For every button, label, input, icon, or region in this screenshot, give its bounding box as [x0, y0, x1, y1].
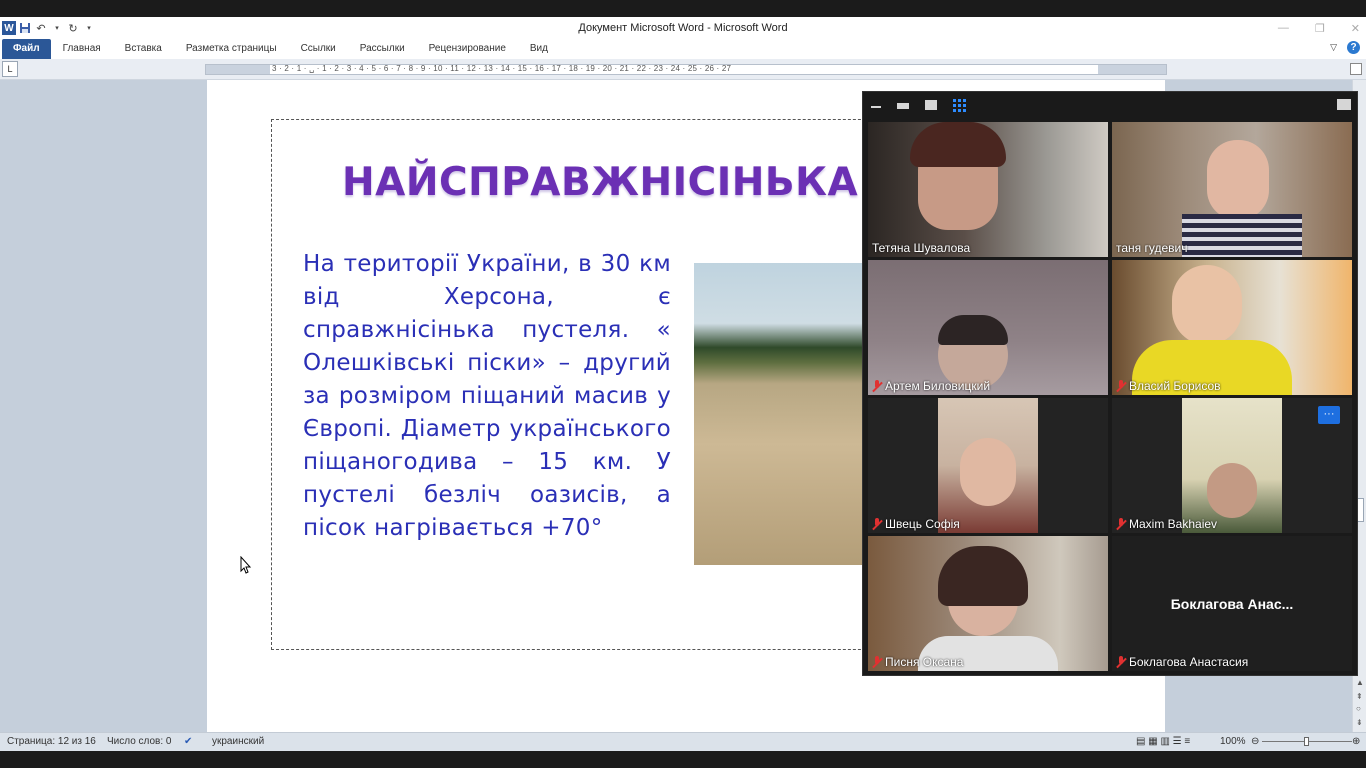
- more-options-button[interactable]: ···: [1318, 406, 1340, 424]
- browse-object-icon[interactable]: ○: [1356, 704, 1361, 713]
- gallery-view-icon[interactable]: [953, 99, 966, 112]
- participant-name: Писня Оксана: [872, 655, 963, 669]
- next-page-icon[interactable]: ⇟: [1356, 718, 1363, 727]
- speaker-strip-icon[interactable]: [897, 103, 909, 109]
- help-icon[interactable]: ?: [1347, 41, 1360, 54]
- exit-fullscreen-icon[interactable]: [1337, 99, 1351, 110]
- participant-face: [1207, 140, 1269, 220]
- participant-tile[interactable]: Артем Биловицкий: [868, 260, 1108, 395]
- zoom-meeting-window: Тетяна Шувалова таня гудевич Артем Билов…: [862, 91, 1358, 676]
- minimize-view-icon[interactable]: [871, 106, 881, 108]
- muted-mic-icon: [872, 380, 882, 392]
- participant-face: [1172, 265, 1242, 345]
- window-title: Документ Microsoft Word - Microsoft Word: [578, 22, 788, 34]
- zoom-out-icon[interactable]: ⊖: [1251, 736, 1259, 747]
- tab-review[interactable]: Рецензирование: [417, 39, 518, 59]
- tab-view[interactable]: Вид: [518, 39, 560, 59]
- prev-page-icon[interactable]: ⇞: [1356, 692, 1363, 701]
- participant-tile[interactable]: Власий Борисов: [1112, 260, 1352, 395]
- proofing-icon[interactable]: ✔: [184, 736, 192, 747]
- ruler-right-margin: [1098, 65, 1166, 74]
- ruler-left-margin: [206, 65, 270, 74]
- participant-tile[interactable]: таня гудевич: [1112, 122, 1352, 257]
- bottom-black-strip: [0, 751, 1366, 768]
- zoom-level[interactable]: 100%: [1220, 736, 1246, 747]
- status-bar: Страница: 12 из 16 Число слов: 0 ✔ украи…: [0, 732, 1366, 751]
- participant-name: Maxim Bakhaiev: [1116, 517, 1217, 531]
- tab-selector-icon[interactable]: L: [2, 61, 18, 77]
- tab-home[interactable]: Главная: [51, 39, 113, 59]
- participant-tile[interactable]: Писня Оксана: [868, 536, 1108, 671]
- pasted-slide: НАЙСПРАВЖНІСІНЬКА П На території України…: [271, 119, 891, 650]
- ribbon-tabs: Файл Главная Вставка Разметка страницы С…: [0, 39, 1366, 59]
- participant-name: Боклагова Анастасия: [1116, 655, 1248, 669]
- participant-tile[interactable]: Швець Софія: [868, 398, 1108, 533]
- muted-mic-icon: [1116, 518, 1126, 530]
- zoom-view-toolbar: [863, 92, 1357, 120]
- window-controls: — ❐ ✕: [1278, 17, 1360, 39]
- scroll-up-icon[interactable]: ▲: [1356, 678, 1364, 687]
- zoom-slider-knob[interactable]: [1304, 737, 1309, 746]
- slide-title: НАЙСПРАВЖНІСІНЬКА П: [342, 160, 891, 205]
- participant-tile[interactable]: Тетяна Шувалова: [868, 122, 1108, 257]
- view-buttons[interactable]: ▤ ▦ ▥ ☰ ≡: [1136, 736, 1190, 747]
- mouse-cursor-icon: [240, 556, 252, 574]
- top-black-strip: [0, 0, 1366, 17]
- ribbon-collapse-icon[interactable]: ▽: [1330, 42, 1337, 53]
- participant-name: таня гудевич: [1116, 241, 1188, 255]
- participant-name: Артем Биловицкий: [872, 379, 990, 393]
- tab-references[interactable]: Ссылки: [289, 39, 348, 59]
- participant-name: Швець Софія: [872, 517, 960, 531]
- participant-face: [960, 438, 1016, 506]
- minimize-icon[interactable]: —: [1278, 22, 1289, 34]
- tab-mailings[interactable]: Рассылки: [348, 39, 417, 59]
- muted-mic-icon: [872, 518, 882, 530]
- muted-mic-icon: [1116, 380, 1126, 392]
- view-ruler-icon[interactable]: [1350, 63, 1362, 75]
- ruler-bar: L 3 · 2 · 1 · ␣ · 1 · 2 · 3 · 4 · 5 · 6 …: [0, 59, 1366, 80]
- tab-insert[interactable]: Вставка: [113, 39, 174, 59]
- horizontal-ruler[interactable]: 3 · 2 · 1 · ␣ · 1 · 2 · 3 · 4 · 5 · 6 · …: [205, 64, 1167, 75]
- participant-name: Тетяна Шувалова: [872, 241, 971, 255]
- speaker-view-icon[interactable]: [925, 100, 937, 110]
- participant-hair: [938, 315, 1008, 345]
- zoom-slider[interactable]: [1262, 737, 1352, 746]
- participant-name: Власий Борисов: [1116, 379, 1221, 393]
- muted-mic-icon: [872, 656, 882, 668]
- ruler-ticks: 3 · 2 · 1 · ␣ · 1 · 2 · 3 · 4 · 5 · 6 · …: [272, 64, 732, 73]
- slide-body-text: На території України, в 30 км від Херсон…: [303, 251, 671, 541]
- screen: W ↶ ▾ ↻ ▾ Документ Microsoft Word - Micr…: [0, 0, 1366, 768]
- ribbon-right-controls: ▽ ?: [1330, 41, 1360, 54]
- participant-hair: [910, 122, 1006, 167]
- word-count[interactable]: Число слов: 0: [107, 736, 171, 747]
- maximize-icon[interactable]: ❐: [1315, 22, 1325, 35]
- language[interactable]: украинский: [212, 736, 264, 747]
- participant-tile[interactable]: Боклагова Анас... Боклагова Анастасия: [1112, 536, 1352, 671]
- participant-face: [1207, 463, 1257, 518]
- page-count[interactable]: Страница: 12 из 16: [7, 736, 96, 747]
- title-bar: W ↶ ▾ ↻ ▾ Документ Microsoft Word - Micr…: [0, 17, 1366, 39]
- participant-name-placeholder: Боклагова Анас...: [1170, 595, 1294, 612]
- participant-shirt: [1182, 214, 1302, 257]
- tab-file[interactable]: Файл: [2, 39, 51, 59]
- zoom-in-icon[interactable]: ⊕: [1352, 736, 1360, 747]
- participant-tile[interactable]: ··· Maxim Bakhaiev: [1112, 398, 1352, 533]
- close-icon[interactable]: ✕: [1351, 22, 1360, 35]
- tab-page-layout[interactable]: Разметка страницы: [174, 39, 289, 59]
- muted-mic-icon: [1116, 656, 1126, 668]
